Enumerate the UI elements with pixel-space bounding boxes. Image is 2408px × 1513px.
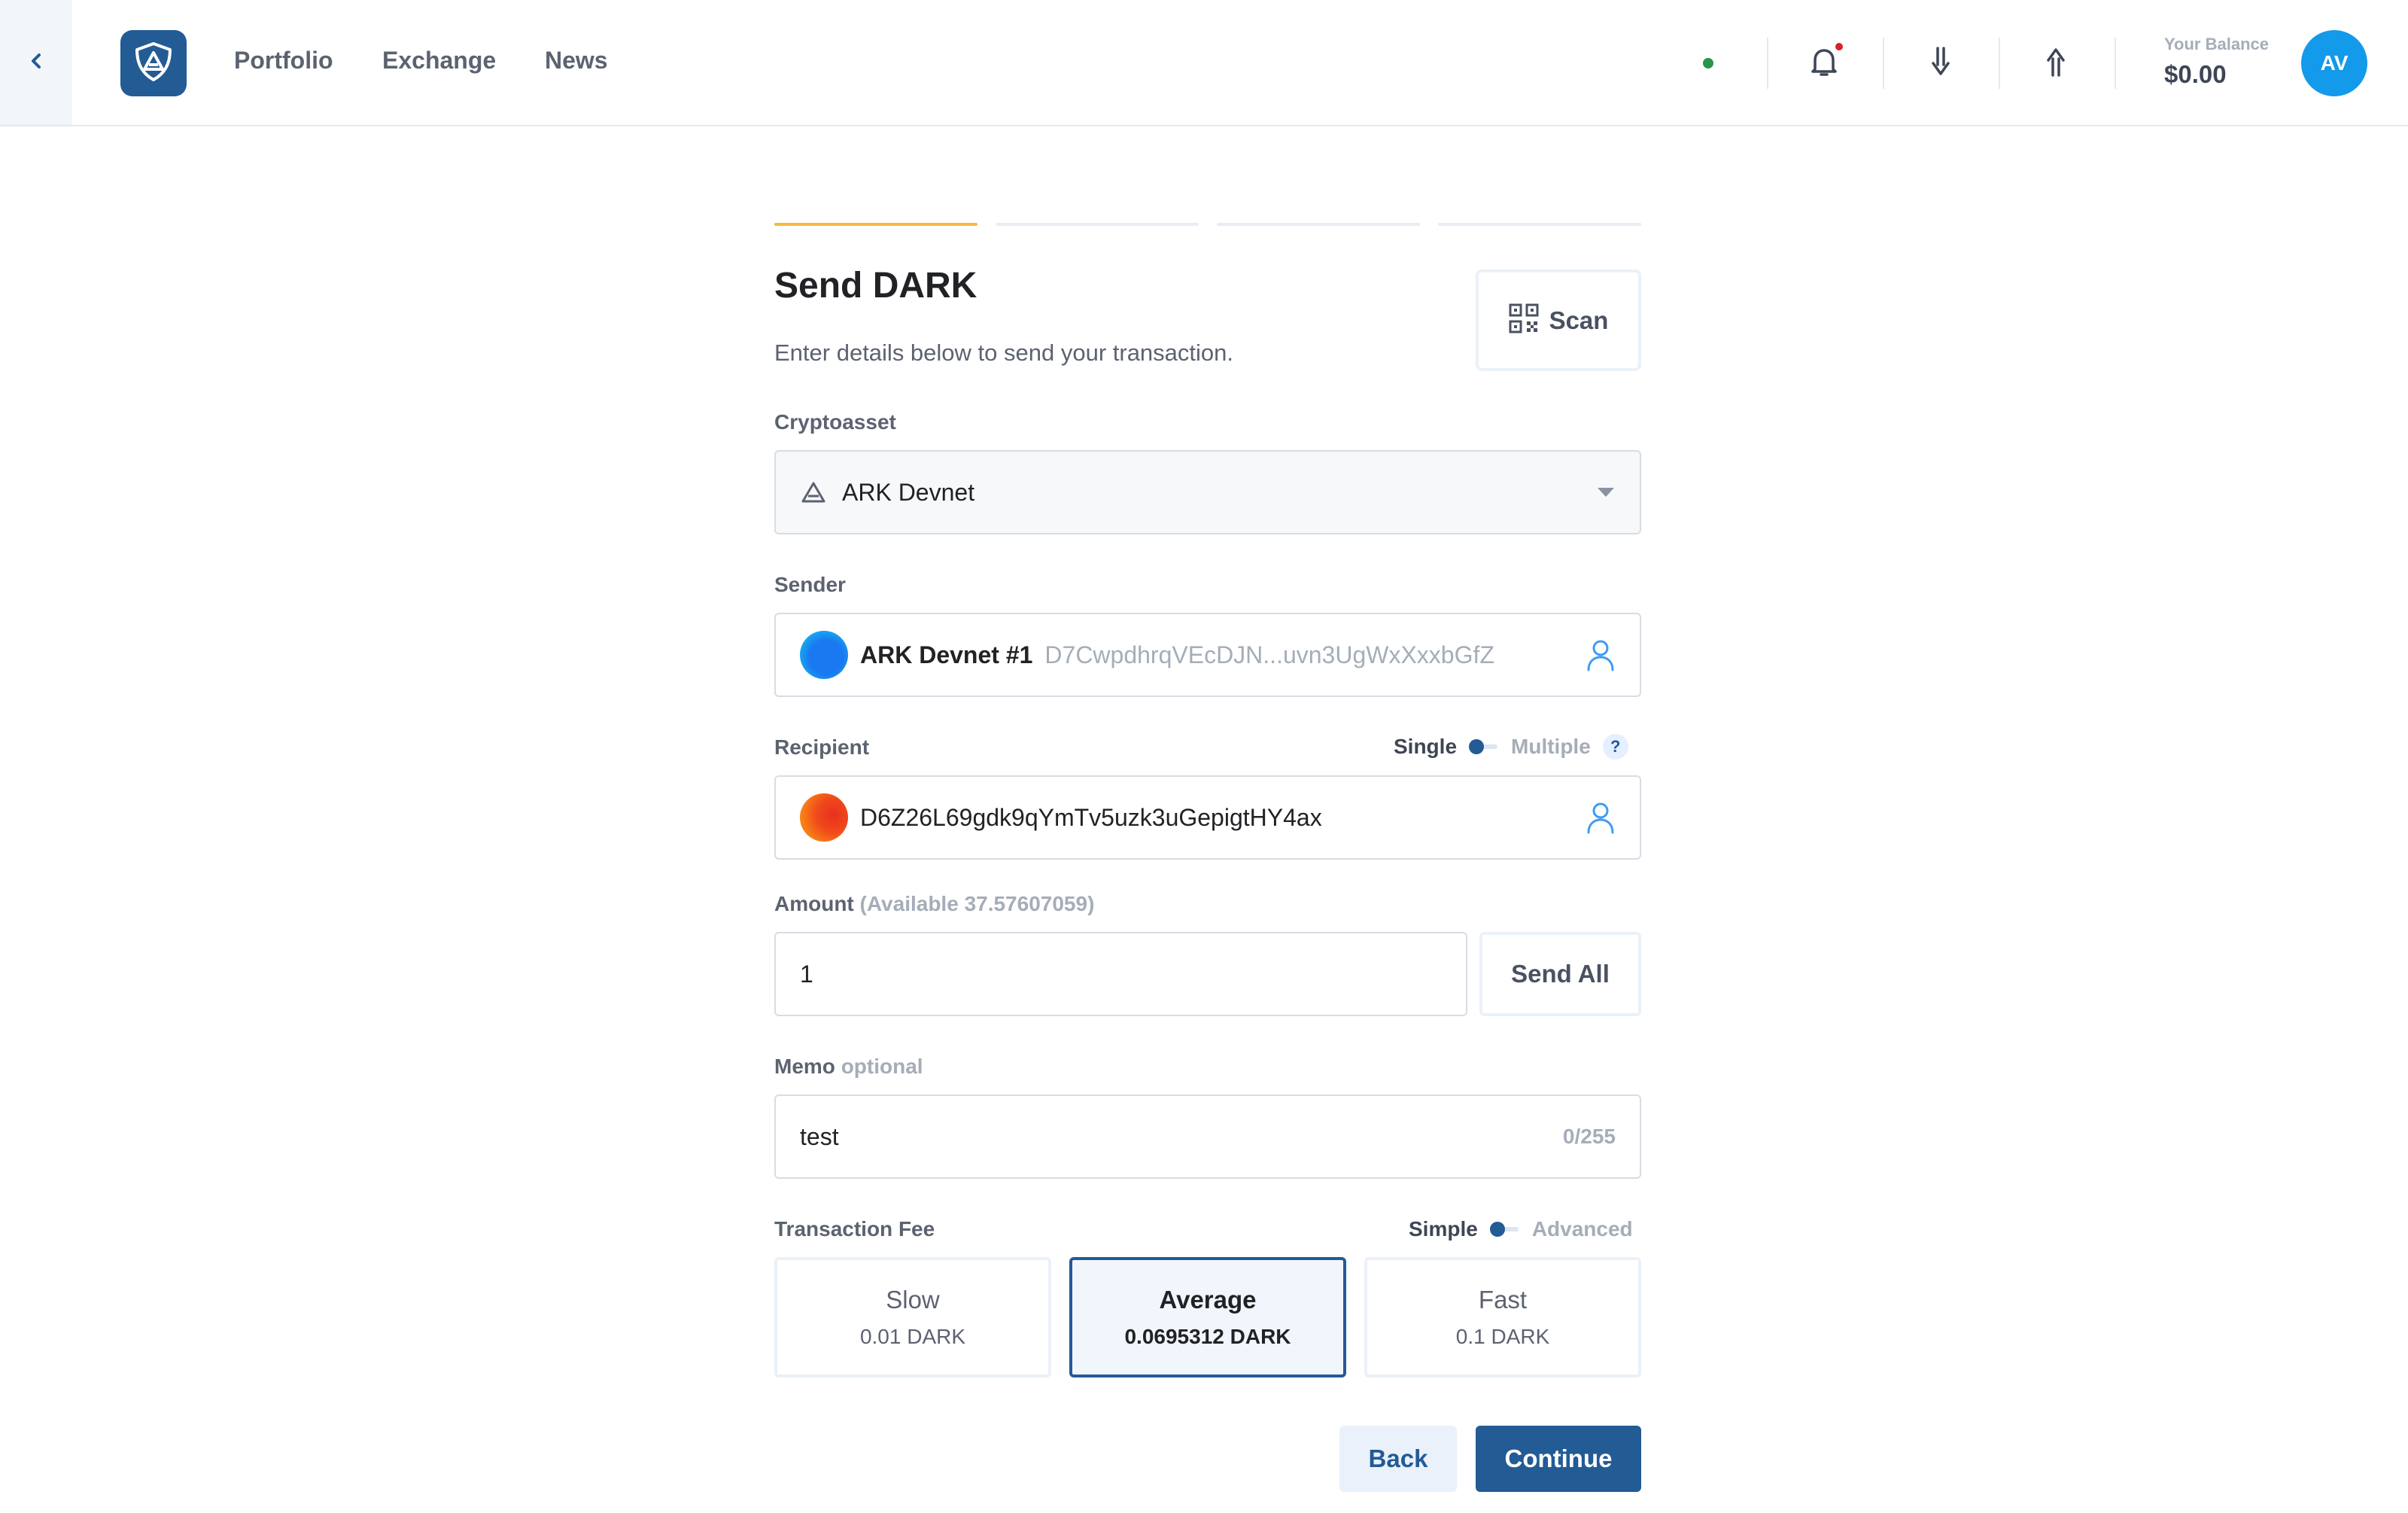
amount-value: 1	[800, 960, 813, 988]
recipient-mode-single[interactable]: Single	[1394, 735, 1457, 759]
stepper-step-3	[1217, 223, 1420, 226]
scan-qr-button[interactable]: Scan	[1476, 269, 1641, 371]
arrow-up-icon	[2042, 45, 2069, 82]
fee-option-name: Fast	[1478, 1286, 1528, 1314]
header-divider	[2115, 38, 2116, 89]
recipient-mode-multiple[interactable]: Multiple	[1511, 735, 1591, 759]
online-status-indicator	[1703, 58, 1713, 68]
recipient-field[interactable]: D6Z26L69gdk9qYmTv5uzk3uGepigtHY4ax	[774, 775, 1641, 860]
sender-wallet-avatar	[800, 631, 848, 679]
cryptoasset-label: Cryptoasset	[774, 410, 896, 434]
memo-optional: optional	[841, 1055, 923, 1078]
user-icon[interactable]	[1586, 801, 1616, 834]
arrow-down-icon	[1927, 45, 1954, 82]
fee-option-slow[interactable]: Slow 0.01 DARK	[774, 1257, 1051, 1378]
amount-label: Amount (Available 37.57607059)	[774, 892, 1094, 916]
fee-option-value: 0.1 DARK	[1455, 1325, 1550, 1348]
header-divider	[1767, 38, 1768, 89]
user-icon[interactable]	[1586, 638, 1616, 671]
sender-wallet-name: ARK Devnet #1	[860, 641, 1033, 668]
chevron-left-icon	[29, 50, 44, 75]
send-all-button[interactable]: Send All	[1479, 932, 1641, 1016]
fee-mode-toggle: Simple Advanced	[1409, 1217, 1633, 1241]
receive-button[interactable]	[1918, 41, 1963, 86]
fee-option-average[interactable]: Average 0.0695312 DARK	[1069, 1257, 1346, 1378]
top-navbar: Portfolio Exchange News Your Balance $0.…	[0, 0, 2408, 126]
ark-network-icon	[800, 480, 827, 504]
fee-mode-simple[interactable]: Simple	[1409, 1217, 1478, 1241]
sender-field[interactable]: ARK Devnet #1 D7CwpdhrqVEcDJN...uvn3UgWx…	[774, 613, 1641, 697]
notification-badge	[1834, 41, 1844, 52]
page-title: Send DARK	[774, 266, 977, 306]
page-subtitle: Enter details below to send your transac…	[774, 339, 1234, 366]
sender-label: Sender	[774, 573, 846, 596]
balance-value: $0.00	[2164, 60, 2227, 88]
fee-option-value: 0.0695312 DARK	[1124, 1325, 1291, 1348]
fee-option-name: Slow	[886, 1286, 940, 1314]
amount-input[interactable]: 1	[774, 932, 1467, 1016]
memo-value: test	[800, 1122, 839, 1150]
header-divider	[1883, 38, 1884, 89]
qr-code-icon	[1509, 303, 1539, 337]
scan-button-label: Scan	[1549, 306, 1609, 334]
amount-available: (Available 37.57607059)	[859, 892, 1095, 915]
memo-input[interactable]: test 0/255	[774, 1094, 1641, 1179]
nav-news[interactable]: News	[545, 47, 608, 75]
fee-mode-switch[interactable]	[1489, 1222, 1520, 1237]
user-avatar[interactable]: AV	[2301, 30, 2367, 96]
send-button[interactable]	[2033, 41, 2078, 86]
back-step-button[interactable]: Back	[1339, 1426, 1457, 1492]
transaction-fee-label: Transaction Fee	[774, 1217, 935, 1241]
header-divider	[1999, 38, 2000, 89]
cryptoasset-select[interactable]: ARK Devnet	[774, 450, 1641, 534]
recipient-mode-toggle: Single Multiple ?	[1394, 734, 1628, 760]
stepper-step-1	[774, 223, 977, 226]
stepper-step-2	[996, 223, 1199, 226]
back-button[interactable]	[0, 0, 72, 125]
recipient-label: Recipient	[774, 735, 870, 759]
help-icon[interactable]: ?	[1602, 734, 1628, 760]
stepper-step-4	[1438, 223, 1641, 226]
memo-label-text: Memo	[774, 1055, 835, 1078]
balance-label: Your Balance	[2164, 35, 2269, 53]
fee-option-value: 0.01 DARK	[859, 1325, 966, 1348]
nav-exchange[interactable]: Exchange	[382, 47, 496, 75]
app-logo[interactable]	[120, 30, 187, 96]
sender-address: D7CwpdhrqVEcDJN...uvn3UgWxXxxbGfZ	[1044, 641, 1494, 668]
memo-character-counter: 0/255	[1562, 1125, 1616, 1148]
fee-option-name: Average	[1159, 1286, 1257, 1314]
fee-mode-advanced[interactable]: Advanced	[1532, 1217, 1633, 1241]
nav-portfolio[interactable]: Portfolio	[234, 47, 333, 75]
continue-button[interactable]: Continue	[1476, 1426, 1641, 1492]
recipient-avatar	[800, 793, 848, 842]
amount-label-text: Amount	[774, 892, 854, 915]
ark-shield-logo-icon	[131, 39, 176, 88]
recipient-address: D6Z26L69gdk9qYmTv5uzk3uGepigtHY4ax	[860, 803, 1322, 831]
caret-down-icon	[1596, 486, 1616, 498]
recipient-mode-switch[interactable]	[1469, 739, 1499, 754]
memo-label: Memo optional	[774, 1055, 923, 1079]
cryptoasset-value: ARK Devnet	[842, 478, 975, 506]
fee-option-fast[interactable]: Fast 0.1 DARK	[1364, 1257, 1641, 1378]
